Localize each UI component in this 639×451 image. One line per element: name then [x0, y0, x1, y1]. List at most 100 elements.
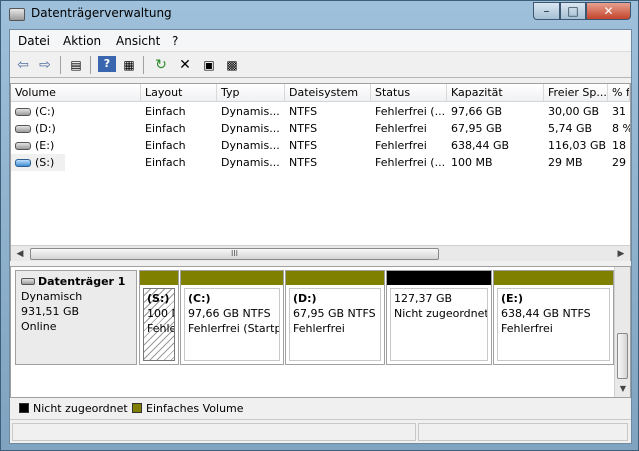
col-layout[interactable]: Layout — [141, 84, 217, 102]
partition-bar — [286, 271, 384, 285]
cell-kapazitaet: 100 MB — [451, 156, 493, 169]
cell-status: Fehlerfrei (... — [375, 156, 446, 169]
partition-name: (C:) — [188, 292, 211, 305]
window-title: Datenträgerverwaltung — [31, 6, 172, 20]
cell-kapazitaet: 67,95 GB — [451, 122, 503, 135]
disk-management-icon — [9, 8, 25, 21]
toolbar: ⇦ ⇨ ▤ ? ▦ ↻ ✕ ▣ ▩ — [10, 52, 631, 78]
cell-volume: (S:) — [35, 156, 55, 169]
rescan-icon[interactable]: ▣ — [200, 56, 218, 74]
legend-swatch-simple-volume — [132, 403, 142, 413]
table-row[interactable]: (C:) Einfach Dynamis... NTFS Fehlerfrei … — [11, 103, 630, 120]
scroll-thumb[interactable] — [617, 333, 628, 379]
partition-status: Fehlerfrei — [293, 322, 345, 335]
cell-freier-speicher: 30,00 GB — [548, 105, 600, 118]
title-bar[interactable]: Datenträgerverwaltung – □ ✕ — [1, 1, 638, 29]
menu-help[interactable]: ? — [172, 34, 178, 48]
cell-dateisystem: NTFS — [289, 122, 318, 135]
partition-size: 67,95 GB NTFS — [293, 307, 376, 320]
help-icon[interactable]: ? — [98, 56, 116, 72]
partition-bar — [140, 271, 178, 285]
legend-swatch-unallocated — [19, 403, 29, 413]
partition-size: 127,37 GB — [394, 292, 453, 305]
menu-bar: Datei Aktion Ansicht ? — [10, 30, 631, 52]
partition-size: 638,44 GB NTFS — [501, 307, 591, 320]
col-dateisystem[interactable]: Dateisystem — [285, 84, 371, 102]
properties-icon[interactable]: ▦ — [120, 56, 138, 74]
cell-layout: Einfach — [145, 105, 186, 118]
partition-name: (D:) — [293, 292, 317, 305]
cell-status: Fehlerfrei — [375, 122, 427, 135]
col-typ[interactable]: Typ — [217, 84, 285, 102]
volume-list-header: Volume Layout Typ Dateisystem Status Kap… — [11, 84, 630, 102]
menu-aktion[interactable]: Aktion — [63, 34, 101, 48]
disk-state: Online — [21, 320, 57, 333]
cell-typ: Dynamis... — [221, 139, 280, 152]
delete-icon[interactable]: ✕ — [176, 56, 194, 74]
scroll-right-icon[interactable]: ▶ — [615, 248, 627, 260]
partition-s[interactable]: (S:) 100 MB Fehlerfrei — [139, 270, 179, 365]
drive-icon — [15, 142, 31, 150]
vertical-scrollbar[interactable]: ▼ — [614, 267, 630, 397]
back-icon[interactable]: ⇦ — [14, 56, 32, 74]
refresh-icon[interactable]: ↻ — [152, 56, 170, 74]
partition-name: (E:) — [501, 292, 523, 305]
cell-prozent-frei: 31 — [612, 105, 626, 118]
cell-freier-speicher: 5,74 GB — [548, 122, 593, 135]
disk-size: 931,51 GB — [21, 305, 80, 318]
cell-typ: Dynamis... — [221, 156, 280, 169]
partition-c[interactable]: (C:) 97,66 GB NTFS Fehlerfrei (Startp — [180, 270, 284, 365]
disk-settings-icon[interactable]: ▩ — [223, 56, 241, 74]
toolbar-separator — [90, 56, 91, 74]
status-bar — [10, 421, 631, 443]
console-tree-icon[interactable]: ▤ — [67, 56, 85, 74]
disk-graphical-view: Datenträger 1 Dynamisch 931,51 GB Online… — [10, 266, 631, 398]
partition-e[interactable]: (E:) 638,44 GB NTFS Fehlerfrei — [493, 270, 614, 365]
cell-typ: Dynamis... — [221, 122, 280, 135]
cell-volume: (C:) — [35, 105, 55, 118]
disk-name: Datenträger 1 — [38, 275, 126, 288]
disk-info[interactable]: Datenträger 1 Dynamisch 931,51 GB Online — [15, 270, 137, 365]
cell-layout: Einfach — [145, 122, 186, 135]
volume-list: Volume Layout Typ Dateisystem Status Kap… — [10, 83, 631, 261]
partition-d[interactable]: (D:) 67,95 GB NTFS Fehlerfrei — [285, 270, 385, 365]
cell-dateisystem: NTFS — [289, 139, 318, 152]
legend-label-unallocated: Nicht zugeordnet — [33, 402, 128, 415]
cell-freier-speicher: 116,03 GB — [548, 139, 607, 152]
toolbar-separator — [60, 56, 61, 74]
cell-status: Fehlerfrei — [375, 139, 427, 152]
minimize-button[interactable]: – — [533, 2, 560, 20]
col-freier-speicher[interactable]: Freier Sp... — [544, 84, 608, 102]
forward-icon[interactable]: ⇨ — [36, 56, 54, 74]
close-button[interactable]: ✕ — [586, 2, 631, 20]
scroll-left-icon[interactable]: ◀ — [14, 248, 26, 260]
app-window: Datenträgerverwaltung – □ ✕ Datei Aktion… — [0, 0, 639, 451]
cell-volume: (E:) — [35, 139, 55, 152]
partition-size: 97,66 GB NTFS — [188, 307, 271, 320]
drive-icon — [15, 159, 31, 167]
col-status[interactable]: Status — [371, 84, 447, 102]
disk-icon — [21, 278, 35, 285]
partition-bar — [181, 271, 283, 285]
cell-kapazitaet: 638,44 GB — [451, 139, 510, 152]
partition-status: Fehlerfrei (Startp — [188, 322, 280, 335]
col-prozent-frei[interactable]: % f — [608, 84, 630, 102]
menu-datei[interactable]: Datei — [18, 34, 50, 48]
maximize-button[interactable]: □ — [560, 2, 586, 20]
horizontal-scrollbar[interactable]: ◀ III ▶ — [11, 245, 630, 261]
scroll-thumb[interactable]: III — [30, 248, 439, 260]
table-row[interactable]: (D:) Einfach Dynamis... NTFS Fehlerfrei … — [11, 120, 630, 137]
scroll-down-icon[interactable]: ▼ — [617, 383, 629, 395]
menu-ansicht[interactable]: Ansicht — [116, 34, 160, 48]
status-segment — [418, 423, 628, 441]
col-kapazitaet[interactable]: Kapazität — [447, 84, 544, 102]
table-row[interactable]: (E:) Einfach Dynamis... NTFS Fehlerfrei … — [11, 137, 630, 154]
col-volume[interactable]: Volume — [11, 84, 141, 102]
cell-status: Fehlerfrei (... — [375, 105, 446, 118]
legend-label-simple-volume: Einfaches Volume — [146, 402, 244, 415]
table-row[interactable]: (S:) Einfach Dynamis... NTFS Fehlerfrei … — [11, 154, 630, 171]
legend: Nicht zugeordnet Einfaches Volume — [10, 398, 631, 420]
partition-status: Fehlerfrei — [501, 322, 553, 335]
partition-unallocated[interactable]: 127,37 GB Nicht zugeordnet — [386, 270, 492, 365]
cell-freier-speicher: 29 MB — [548, 156, 583, 169]
